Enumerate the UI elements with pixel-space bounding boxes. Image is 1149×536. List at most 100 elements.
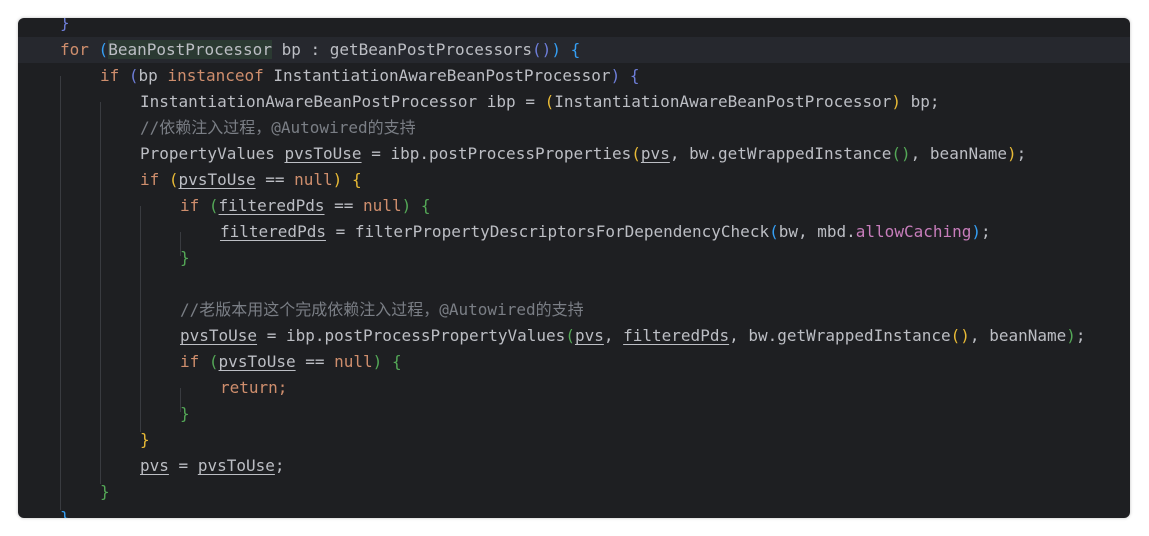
code-line[interactable]: for (BeanPostProcessor bp : getBeanPostP… <box>60 37 580 63</box>
code-line[interactable]: pvs = pvsToUse; <box>140 453 285 479</box>
code-token: = <box>168 456 198 475</box>
code-line[interactable]: } <box>180 245 190 271</box>
code-token: pvsToUse <box>180 326 258 345</box>
code-token: { <box>420 196 431 215</box>
code-token: == <box>255 170 295 189</box>
code-token: bw, mbd. <box>778 222 856 241</box>
code-token: ( <box>631 144 641 163</box>
code-token: InstantiationAwareBeanPostProcessor <box>263 66 611 85</box>
code-token: ) <box>551 40 561 59</box>
code-line[interactable]: //老版本用这个完成依赖注入过程，@Autowired的支持 <box>180 297 584 323</box>
code-line[interactable]: if (pvsToUse == null) { <box>140 167 362 193</box>
code-token: { <box>351 170 362 189</box>
code-token: filteredPds <box>220 222 326 241</box>
code-token: ) <box>372 352 383 371</box>
code-token: { <box>570 40 581 59</box>
code-token: null <box>294 170 333 189</box>
code-token: ( <box>128 66 139 85</box>
code-token: = filterPropertyDescriptorsForDependency… <box>325 222 770 241</box>
code-token: } <box>140 430 150 449</box>
code-token: ( <box>544 92 555 111</box>
code-token: ( <box>98 40 109 59</box>
code-line[interactable]: PropertyValues pvsToUse = ibp.postProces… <box>140 141 1026 167</box>
code-token: = ibp.postProcessProperties <box>361 144 632 163</box>
code-token: filteredPds <box>623 326 730 345</box>
code-token: } <box>180 404 190 423</box>
code-line[interactable]: } <box>60 505 70 518</box>
code-token: } <box>60 18 70 32</box>
code-token: ) <box>971 222 982 241</box>
code-token: , <box>603 326 624 345</box>
code-token: == <box>324 196 364 215</box>
code-token: ; <box>1075 326 1086 345</box>
code-token: ) <box>1066 326 1076 345</box>
code-line[interactable]: if (pvsToUse == null) { <box>180 349 402 375</box>
code-token: ( <box>168 170 179 189</box>
code-token: //依赖注入过程，@Autowired的支持 <box>140 118 416 137</box>
code-token: instanceof <box>167 66 264 85</box>
code-token: pvsToUse <box>197 456 275 475</box>
code-line[interactable]: } <box>180 401 190 427</box>
code-token: ; <box>277 378 288 397</box>
code-line[interactable]: pvsToUse = ibp.postProcessPropertyValues… <box>180 323 1086 349</box>
code-token: = ibp.postProcessPropertyValues <box>257 326 566 345</box>
indent-guide <box>140 206 141 432</box>
code-token: , bw.getWrappedInstance <box>669 144 892 163</box>
code-token: ( <box>208 352 219 371</box>
code-token: { <box>391 352 402 371</box>
code-token: pvsToUse <box>178 170 256 189</box>
code-line[interactable]: if (filteredPds == null) { <box>180 193 431 219</box>
code-token: pvs <box>574 326 604 345</box>
code-line[interactable]: return; <box>220 375 287 401</box>
code-line[interactable]: InstantiationAwareBeanPostProcessor ibp … <box>140 89 940 115</box>
code-token: ; <box>981 222 991 241</box>
code-line[interactable]: //依赖注入过程，@Autowired的支持 <box>140 115 416 141</box>
code-token: filteredPds <box>218 196 325 215</box>
code-token: ) <box>891 92 902 111</box>
code-token: null <box>363 196 402 215</box>
code-line[interactable]: } <box>60 18 70 36</box>
code-token: if <box>100 66 120 85</box>
code-token: for <box>60 40 89 59</box>
code-token: if <box>180 352 200 371</box>
code-token: ) <box>401 196 412 215</box>
code-token: ( <box>208 196 219 215</box>
code-token: return <box>220 378 278 397</box>
code-token: bp <box>138 66 168 85</box>
code-token: null <box>334 352 373 371</box>
code-token: InstantiationAwareBeanPostProcessor <box>554 92 892 111</box>
code-token: ( <box>565 326 575 345</box>
code-token: == <box>295 352 335 371</box>
code-token: ) <box>1006 144 1017 163</box>
code-token: bp; <box>901 92 940 111</box>
code-line[interactable]: } <box>100 479 110 505</box>
code-token: ) <box>610 66 621 85</box>
code-token: ; <box>1016 144 1027 163</box>
code-token: //老版本用这个完成依赖注入过程，@Autowired的支持 <box>180 300 584 319</box>
code-token: PropertyValues <box>140 144 285 163</box>
code-token: pvsToUse <box>284 144 362 163</box>
code-editor[interactable]: } for (BeanPostProcessor bp : getBeanPos… <box>18 18 1130 518</box>
code-token: if <box>140 170 160 189</box>
code-token: } <box>180 248 190 267</box>
code-token: , beanName <box>969 326 1067 345</box>
code-token: { <box>629 66 640 85</box>
code-line[interactable]: } <box>140 427 150 453</box>
code-line[interactable]: if (bp instanceof InstantiationAwareBean… <box>100 63 639 89</box>
code-token: InstantiationAwareBeanPostProcessor ibp … <box>140 92 545 111</box>
code-token: ; <box>274 456 285 475</box>
code-line[interactable]: filteredPds = filterPropertyDescriptorsF… <box>220 219 991 245</box>
code-token: if <box>180 196 200 215</box>
code-token: } <box>60 508 70 518</box>
code-token: () <box>891 144 911 163</box>
indent-guide <box>60 76 61 510</box>
code-token: , bw.getWrappedInstance <box>729 326 951 345</box>
